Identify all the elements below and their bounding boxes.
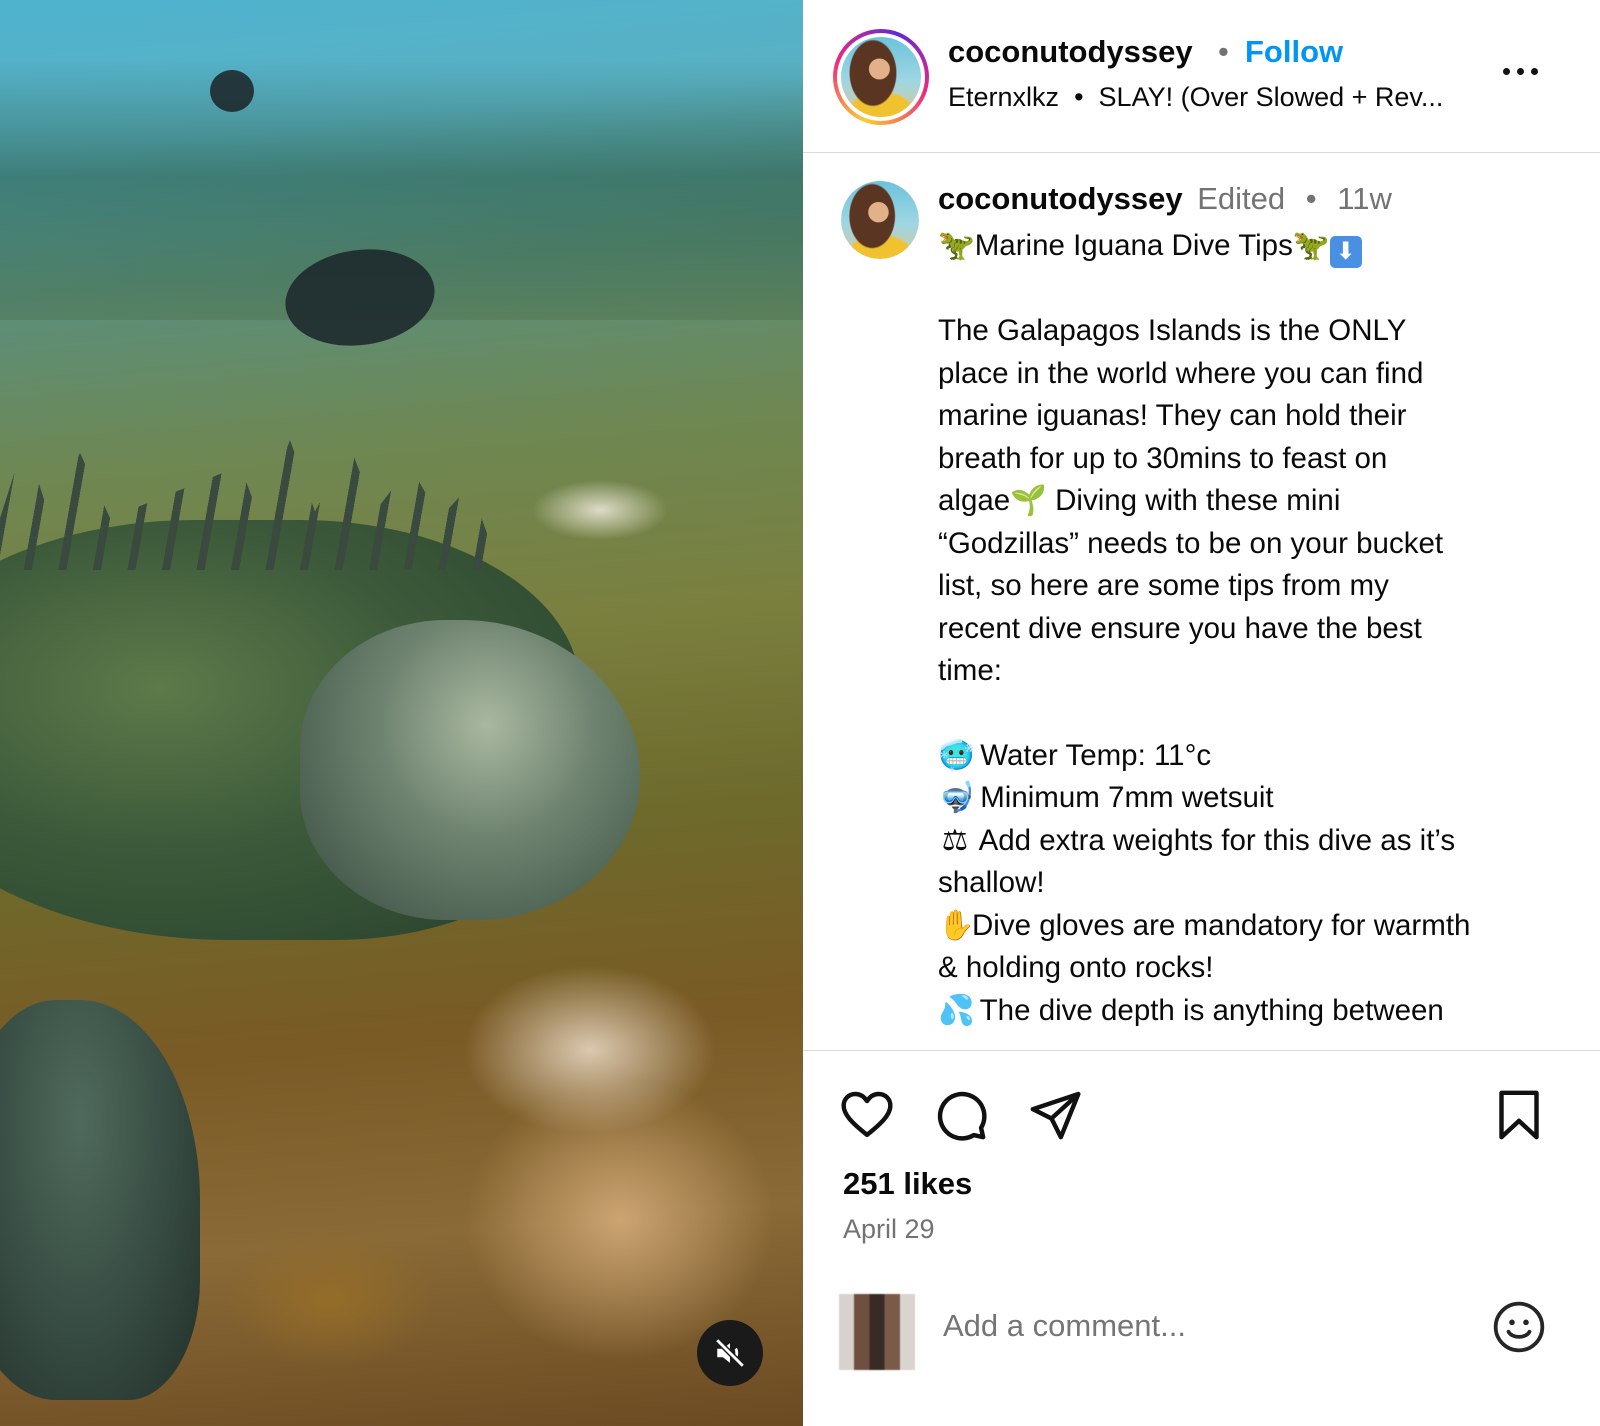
tip-line: shallow!	[938, 866, 1045, 899]
smiley-icon[interactable]	[1491, 1299, 1547, 1355]
paper-plane-icon[interactable]	[1027, 1087, 1083, 1143]
separator-dot: •	[1066, 82, 1092, 112]
diving-mask-emoji: 🤿	[938, 781, 975, 814]
caption-line: time:	[938, 654, 1002, 687]
caption-header: coconutodyssey Edited • 11w	[938, 181, 1392, 217]
avatar	[841, 181, 919, 259]
caption-line: place in the world where you can find	[938, 356, 1424, 390]
fish-distant	[210, 70, 254, 112]
glove-emoji: ✋	[938, 908, 975, 942]
caption-line: The Galapagos Islands is the ONLY	[938, 314, 1407, 347]
balance-scale-emoji: ⚖	[941, 823, 969, 857]
follow-button[interactable]: Follow	[1245, 34, 1343, 70]
audio-artist[interactable]: Eternxlkz	[948, 82, 1059, 112]
iguana-leg	[0, 1000, 200, 1400]
post-date[interactable]: April 29	[843, 1214, 935, 1245]
caption-line: breath for up to 30mins to feast on	[938, 441, 1388, 475]
separator-dot: •	[1218, 34, 1229, 69]
caption-avatar[interactable]	[841, 181, 919, 259]
header-username[interactable]: coconutodyssey	[948, 34, 1193, 70]
dinosaur-emoji: 🦖	[1292, 229, 1330, 262]
iguana-head	[300, 620, 640, 920]
caption-title-line: 🦖Marine Iguana Dive Tips🦖 ⬇	[938, 225, 1568, 268]
edited-label: Edited	[1197, 181, 1286, 216]
caption-line: algae🌱 Diving with these mini	[938, 484, 1341, 517]
more-options-button[interactable]	[1503, 60, 1547, 82]
tip-line: ✋Dive gloves are mandatory for warmth	[938, 905, 1568, 948]
tip-line: 🤿 Minimum 7mm wetsuit	[938, 777, 1568, 820]
audio-attribution[interactable]: Eternxlkz • SLAY! (Over Slowed + Rev...	[948, 82, 1443, 113]
seedling-emoji: 🌱	[1010, 484, 1047, 517]
comment-row	[803, 1286, 1600, 1396]
caption-line: “Godzillas” needs to be on your bucket	[938, 526, 1444, 560]
caption-line: recent dive ensure you have the best	[938, 611, 1422, 645]
audio-title[interactable]: SLAY! (Over Slowed + Rev...	[1099, 82, 1444, 112]
bookmark-icon[interactable]	[1491, 1087, 1547, 1143]
speaker-muted-icon	[715, 1338, 745, 1368]
caption-title: Marine Iguana Dive Tips	[974, 229, 1293, 262]
caption-line: marine iguanas! They can hold their	[938, 399, 1407, 432]
separator-dot: •	[1305, 181, 1317, 216]
cold-face-emoji: 🥶	[938, 738, 975, 772]
commenter-avatar	[839, 1294, 915, 1370]
like-count[interactable]: 251 likes	[843, 1166, 972, 1202]
droplets-emoji: 💦	[938, 993, 975, 1027]
avatar	[841, 37, 921, 117]
tip-line: 🥶 Water Temp: 11°c	[938, 735, 1568, 778]
post-time-ago[interactable]: 11w	[1337, 181, 1392, 216]
heart-icon[interactable]	[839, 1087, 895, 1143]
caption-line: list, so here are some tips from my	[938, 569, 1389, 602]
iguana-spines	[0, 440, 500, 570]
caption-body: 🦖Marine Iguana Dive Tips🦖 ⬇ The Galapagos…	[938, 225, 1568, 1032]
post-side-panel: coconutodyssey • Follow Eternxlkz • SLAY…	[803, 0, 1600, 1426]
mute-button[interactable]	[697, 1320, 763, 1386]
post-video[interactable]	[0, 0, 803, 1426]
more-options-icon	[1503, 67, 1510, 75]
tip-line: 💦 The dive depth is anything between	[938, 990, 1568, 1033]
tip-line: ⚖ Add extra weights for this dive as it’…	[938, 820, 1568, 863]
comment-input[interactable]	[943, 1308, 1443, 1344]
post-header: coconutodyssey • Follow Eternxlkz • SLAY…	[803, 0, 1600, 153]
tip-line: & holding onto rocks!	[938, 951, 1214, 984]
post-actions: 251 likes April 29	[803, 1050, 1600, 1426]
caption-scroll-area[interactable]: coconutodyssey Edited • 11w 🦖Marine Igua…	[803, 153, 1600, 1050]
story-ring-avatar[interactable]	[833, 29, 929, 125]
caption-username[interactable]: coconutodyssey	[938, 181, 1183, 216]
down-arrow-emoji: ⬇	[1329, 236, 1362, 268]
comment-bubble-icon[interactable]	[933, 1087, 989, 1143]
dinosaur-emoji: 🦖	[938, 229, 975, 262]
